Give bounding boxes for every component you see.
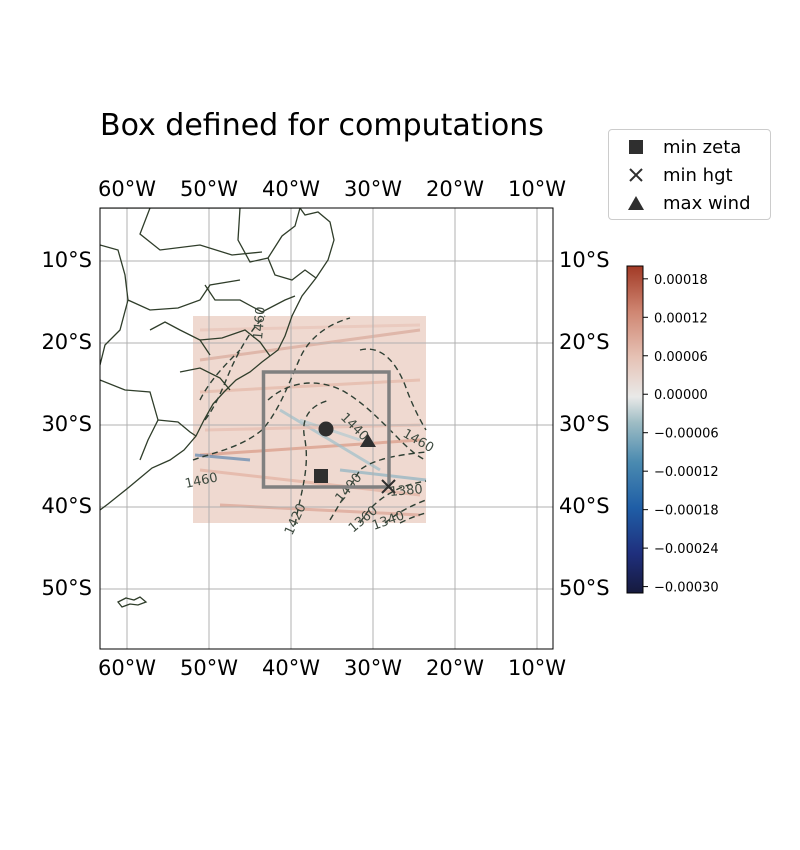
legend-label: min zeta <box>663 136 742 158</box>
colorbar-ticks: 0.00018 0.00012 0.00006 0.00000 −0.00006 −0.0… <box>643 273 719 596</box>
lat-tick-right: 40°S <box>559 494 610 518</box>
colorbar-tick-label: −0.00012 <box>654 465 719 480</box>
lat-tick-right: 50°S <box>559 576 610 600</box>
country-border-3 <box>100 299 129 366</box>
colorbar-tick-label: −0.00006 <box>654 427 719 442</box>
colorbar-tick-label: 0.00012 <box>654 311 708 326</box>
colorbar-gradient <box>626 265 644 594</box>
lat-tick-right: 30°S <box>559 412 610 436</box>
map-figure: 1460 1440 1460 1400 1380 1360 1340 1420 … <box>41 177 719 680</box>
lon-tick-top: 50°W <box>180 177 238 201</box>
lat-tick-left: 30°S <box>41 412 92 436</box>
lon-ticks-top: 60°W 50°W 40°W 30°W 20°W 10°W <box>98 177 566 201</box>
colorbar-tick-label: −0.00018 <box>654 504 719 519</box>
lon-tick-top: 30°W <box>344 177 402 201</box>
triangle-icon <box>609 195 663 211</box>
colorbar-tick-label: −0.00024 <box>654 542 719 557</box>
lat-tick-left: 10°S <box>41 248 92 272</box>
lat-tick-left: 50°S <box>41 576 92 600</box>
lon-tick-bottom: 10°W <box>508 656 566 680</box>
lat-tick-right: 10°S <box>559 248 610 272</box>
falkland-islands <box>116 596 148 608</box>
contour-label: 1460 <box>251 306 269 340</box>
lon-tick-bottom: 50°W <box>180 656 238 680</box>
lon-tick-top: 20°W <box>426 177 484 201</box>
min-zeta-marker <box>314 469 328 483</box>
lon-tick-top: 10°W <box>508 177 566 201</box>
lon-tick-bottom: 20°W <box>426 656 484 680</box>
colorbar: 0.00018 0.00012 0.00006 0.00000 −0.00006 −0.0… <box>626 265 719 596</box>
x-icon <box>609 167 663 183</box>
legend-label: min hgt <box>663 164 733 186</box>
country-border-1 <box>139 208 263 256</box>
lat-ticks-right: 10°S 20°S 30°S 40°S 50°S <box>559 248 610 600</box>
country-border-6 <box>157 419 197 437</box>
lon-tick-bottom: 30°W <box>344 656 402 680</box>
lon-tick-top: 40°W <box>262 177 320 201</box>
lat-ticks-left: 10°S 20°S 30°S 40°S 50°S <box>41 248 92 600</box>
lon-tick-top: 60°W <box>98 177 156 201</box>
square-icon <box>609 139 663 155</box>
legend: min zeta min hgt max wind <box>608 129 771 220</box>
legend-label: max wind <box>663 192 751 214</box>
lat-tick-right: 20°S <box>559 330 610 354</box>
legend-item-max-wind: max wind <box>609 190 751 216</box>
lat-tick-left: 40°S <box>41 494 92 518</box>
colorbar-tick-label: 0.00018 <box>654 273 708 288</box>
country-border-5 <box>100 379 159 461</box>
lon-ticks-bottom: 60°W 50°W 40°W 30°W 20°W 10°W <box>98 656 566 680</box>
legend-item-min-zeta: min zeta <box>609 134 741 160</box>
colorbar-tick-label: 0.00006 <box>654 350 708 365</box>
lon-tick-bottom: 40°W <box>262 656 320 680</box>
colorbar-tick-label: −0.00030 <box>654 581 719 596</box>
lat-tick-left: 20°S <box>41 330 92 354</box>
legend-item-min-hgt: min hgt <box>609 162 733 188</box>
colorbar-tick-label: 0.00000 <box>654 388 708 403</box>
state-border-2 <box>204 284 296 313</box>
circle-marker <box>318 421 334 437</box>
lon-tick-bottom: 60°W <box>98 656 156 680</box>
